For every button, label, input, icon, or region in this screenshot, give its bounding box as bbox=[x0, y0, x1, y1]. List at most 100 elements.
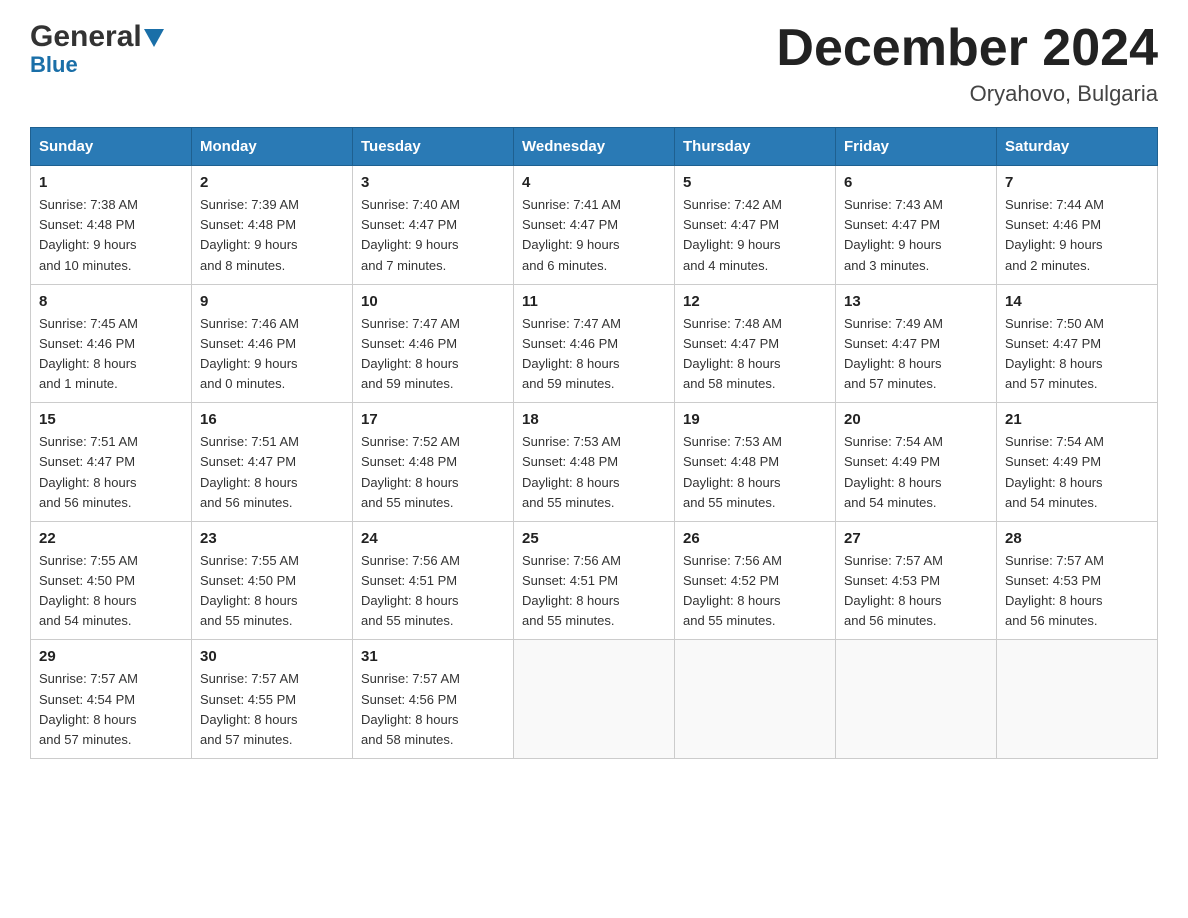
calendar-cell bbox=[675, 640, 836, 759]
day-number: 23 bbox=[200, 530, 344, 547]
calendar-cell: 29 Sunrise: 7:57 AMSunset: 4:54 PMDayligh… bbox=[31, 640, 192, 759]
calendar-cell: 31 Sunrise: 7:57 AMSunset: 4:56 PMDayligh… bbox=[353, 640, 514, 759]
day-info: Sunrise: 7:41 AMSunset: 4:47 PMDaylight:… bbox=[522, 195, 666, 276]
day-number: 15 bbox=[39, 411, 183, 428]
calendar-cell bbox=[997, 640, 1158, 759]
day-number: 14 bbox=[1005, 293, 1149, 310]
calendar-cell: 17 Sunrise: 7:52 AMSunset: 4:48 PMDayligh… bbox=[353, 403, 514, 522]
day-header-tuesday: Tuesday bbox=[353, 128, 514, 166]
day-number: 22 bbox=[39, 530, 183, 547]
calendar-cell: 14 Sunrise: 7:50 AMSunset: 4:47 PMDayligh… bbox=[997, 284, 1158, 403]
calendar-cell: 5Sunrise: 7:42 AMSunset: 4:47 PMDaylight… bbox=[675, 166, 836, 285]
day-info: Sunrise: 7:50 AMSunset: 4:47 PMDaylight:… bbox=[1005, 314, 1149, 395]
calendar-header-row: SundayMondayTuesdayWednesdayThursdayFrid… bbox=[31, 128, 1158, 166]
calendar-cell: 7 Sunrise: 7:44 AMSunset: 4:46 PMDaylight… bbox=[997, 166, 1158, 285]
day-number: 16 bbox=[200, 411, 344, 428]
day-number: 10 bbox=[361, 293, 505, 310]
calendar-week-row: 8Sunrise: 7:45 AMSunset: 4:46 PMDaylight… bbox=[31, 284, 1158, 403]
day-info: Sunrise: 7:57 AMSunset: 4:53 PMDaylight:… bbox=[844, 551, 988, 632]
day-number: 3 bbox=[361, 174, 505, 191]
page-header: General Blue December 2024 Oryahovo, Bul… bbox=[30, 20, 1158, 107]
day-info: Sunrise: 7:49 AMSunset: 4:47 PMDaylight:… bbox=[844, 314, 988, 395]
day-number: 24 bbox=[361, 530, 505, 547]
day-number: 29 bbox=[39, 648, 183, 665]
calendar-table: SundayMondayTuesdayWednesdayThursdayFrid… bbox=[30, 127, 1158, 759]
day-info: Sunrise: 7:55 AMSunset: 4:50 PMDaylight:… bbox=[200, 551, 344, 632]
calendar-cell: 3Sunrise: 7:40 AMSunset: 4:47 PMDaylight… bbox=[353, 166, 514, 285]
day-info: Sunrise: 7:47 AMSunset: 4:46 PMDaylight:… bbox=[361, 314, 505, 395]
day-number: 31 bbox=[361, 648, 505, 665]
day-header-monday: Monday bbox=[192, 128, 353, 166]
day-number: 20 bbox=[844, 411, 988, 428]
day-number: 2 bbox=[200, 174, 344, 191]
day-info: Sunrise: 7:57 AMSunset: 4:54 PMDaylight:… bbox=[39, 669, 183, 750]
day-info: Sunrise: 7:52 AMSunset: 4:48 PMDaylight:… bbox=[361, 432, 505, 513]
day-number: 28 bbox=[1005, 530, 1149, 547]
day-info: Sunrise: 7:39 AMSunset: 4:48 PMDaylight:… bbox=[200, 195, 344, 276]
day-info: Sunrise: 7:44 AMSunset: 4:46 PMDaylight:… bbox=[1005, 195, 1149, 276]
day-info: Sunrise: 7:53 AMSunset: 4:48 PMDaylight:… bbox=[522, 432, 666, 513]
calendar-cell: 23 Sunrise: 7:55 AMSunset: 4:50 PMDayligh… bbox=[192, 521, 353, 640]
logo-triangle-icon bbox=[144, 29, 164, 47]
day-info: Sunrise: 7:46 AMSunset: 4:46 PMDaylight:… bbox=[200, 314, 344, 395]
calendar-cell: 28Sunrise: 7:57 AMSunset: 4:53 PMDayligh… bbox=[997, 521, 1158, 640]
calendar-cell: 27 Sunrise: 7:57 AMSunset: 4:53 PMDayligh… bbox=[836, 521, 997, 640]
day-info: Sunrise: 7:54 AMSunset: 4:49 PMDaylight:… bbox=[844, 432, 988, 513]
day-number: 26 bbox=[683, 530, 827, 547]
day-info: Sunrise: 7:57 AMSunset: 4:55 PMDaylight:… bbox=[200, 669, 344, 750]
day-info: Sunrise: 7:51 AMSunset: 4:47 PMDaylight:… bbox=[39, 432, 183, 513]
calendar-cell: 26 Sunrise: 7:56 AMSunset: 4:52 PMDayligh… bbox=[675, 521, 836, 640]
day-info: Sunrise: 7:56 AMSunset: 4:51 PMDaylight:… bbox=[361, 551, 505, 632]
day-info: Sunrise: 7:53 AMSunset: 4:48 PMDaylight:… bbox=[683, 432, 827, 513]
calendar-cell: 30 Sunrise: 7:57 AMSunset: 4:55 PMDayligh… bbox=[192, 640, 353, 759]
day-number: 13 bbox=[844, 293, 988, 310]
day-number: 8 bbox=[39, 293, 183, 310]
calendar-cell: 18 Sunrise: 7:53 AMSunset: 4:48 PMDayligh… bbox=[514, 403, 675, 522]
calendar-week-row: 29 Sunrise: 7:57 AMSunset: 4:54 PMDayligh… bbox=[31, 640, 1158, 759]
calendar-cell bbox=[836, 640, 997, 759]
calendar-cell: 12Sunrise: 7:48 AMSunset: 4:47 PMDayligh… bbox=[675, 284, 836, 403]
day-number: 18 bbox=[522, 411, 666, 428]
day-info: Sunrise: 7:56 AMSunset: 4:52 PMDaylight:… bbox=[683, 551, 827, 632]
calendar-cell: 20 Sunrise: 7:54 AMSunset: 4:49 PMDayligh… bbox=[836, 403, 997, 522]
calendar-subtitle: Oryahovo, Bulgaria bbox=[776, 81, 1158, 107]
calendar-cell: 15 Sunrise: 7:51 AMSunset: 4:47 PMDayligh… bbox=[31, 403, 192, 522]
calendar-cell: 24 Sunrise: 7:56 AMSunset: 4:51 PMDayligh… bbox=[353, 521, 514, 640]
calendar-week-row: 15 Sunrise: 7:51 AMSunset: 4:47 PMDayligh… bbox=[31, 403, 1158, 522]
logo-general: General bbox=[30, 20, 142, 54]
calendar-week-row: 22 Sunrise: 7:55 AMSunset: 4:50 PMDayligh… bbox=[31, 521, 1158, 640]
day-info: Sunrise: 7:43 AMSunset: 4:47 PMDaylight:… bbox=[844, 195, 988, 276]
day-info: Sunrise: 7:48 AMSunset: 4:47 PMDaylight:… bbox=[683, 314, 827, 395]
calendar-cell: 2 Sunrise: 7:39 AMSunset: 4:48 PMDaylight… bbox=[192, 166, 353, 285]
calendar-title: December 2024 bbox=[776, 20, 1158, 77]
day-number: 6 bbox=[844, 174, 988, 191]
day-info: Sunrise: 7:57 AMSunset: 4:56 PMDaylight:… bbox=[361, 669, 505, 750]
day-info: Sunrise: 7:56 AMSunset: 4:51 PMDaylight:… bbox=[522, 551, 666, 632]
calendar-cell: 9Sunrise: 7:46 AMSunset: 4:46 PMDaylight… bbox=[192, 284, 353, 403]
day-number: 5 bbox=[683, 174, 827, 191]
day-number: 1 bbox=[39, 174, 183, 191]
calendar-cell: 19 Sunrise: 7:53 AMSunset: 4:48 PMDayligh… bbox=[675, 403, 836, 522]
day-number: 21 bbox=[1005, 411, 1149, 428]
calendar-week-row: 1Sunrise: 7:38 AMSunset: 4:48 PMDaylight… bbox=[31, 166, 1158, 285]
calendar-cell: 1Sunrise: 7:38 AMSunset: 4:48 PMDaylight… bbox=[31, 166, 192, 285]
day-number: 19 bbox=[683, 411, 827, 428]
calendar-cell: 8Sunrise: 7:45 AMSunset: 4:46 PMDaylight… bbox=[31, 284, 192, 403]
day-info: Sunrise: 7:55 AMSunset: 4:50 PMDaylight:… bbox=[39, 551, 183, 632]
day-info: Sunrise: 7:47 AMSunset: 4:46 PMDaylight:… bbox=[522, 314, 666, 395]
day-number: 27 bbox=[844, 530, 988, 547]
day-number: 30 bbox=[200, 648, 344, 665]
day-number: 17 bbox=[361, 411, 505, 428]
day-header-wednesday: Wednesday bbox=[514, 128, 675, 166]
day-number: 25 bbox=[522, 530, 666, 547]
day-number: 7 bbox=[1005, 174, 1149, 191]
calendar-cell: 11Sunrise: 7:47 AMSunset: 4:46 PMDayligh… bbox=[514, 284, 675, 403]
calendar-cell: 16Sunrise: 7:51 AMSunset: 4:47 PMDayligh… bbox=[192, 403, 353, 522]
calendar-cell: 25 Sunrise: 7:56 AMSunset: 4:51 PMDayligh… bbox=[514, 521, 675, 640]
calendar-cell: 13 Sunrise: 7:49 AMSunset: 4:47 PMDayligh… bbox=[836, 284, 997, 403]
calendar-cell: 22 Sunrise: 7:55 AMSunset: 4:50 PMDayligh… bbox=[31, 521, 192, 640]
calendar-cell: 4Sunrise: 7:41 AMSunset: 4:47 PMDaylight… bbox=[514, 166, 675, 285]
calendar-cell: 21Sunrise: 7:54 AMSunset: 4:49 PMDayligh… bbox=[997, 403, 1158, 522]
day-header-sunday: Sunday bbox=[31, 128, 192, 166]
logo: General Blue bbox=[30, 20, 164, 78]
